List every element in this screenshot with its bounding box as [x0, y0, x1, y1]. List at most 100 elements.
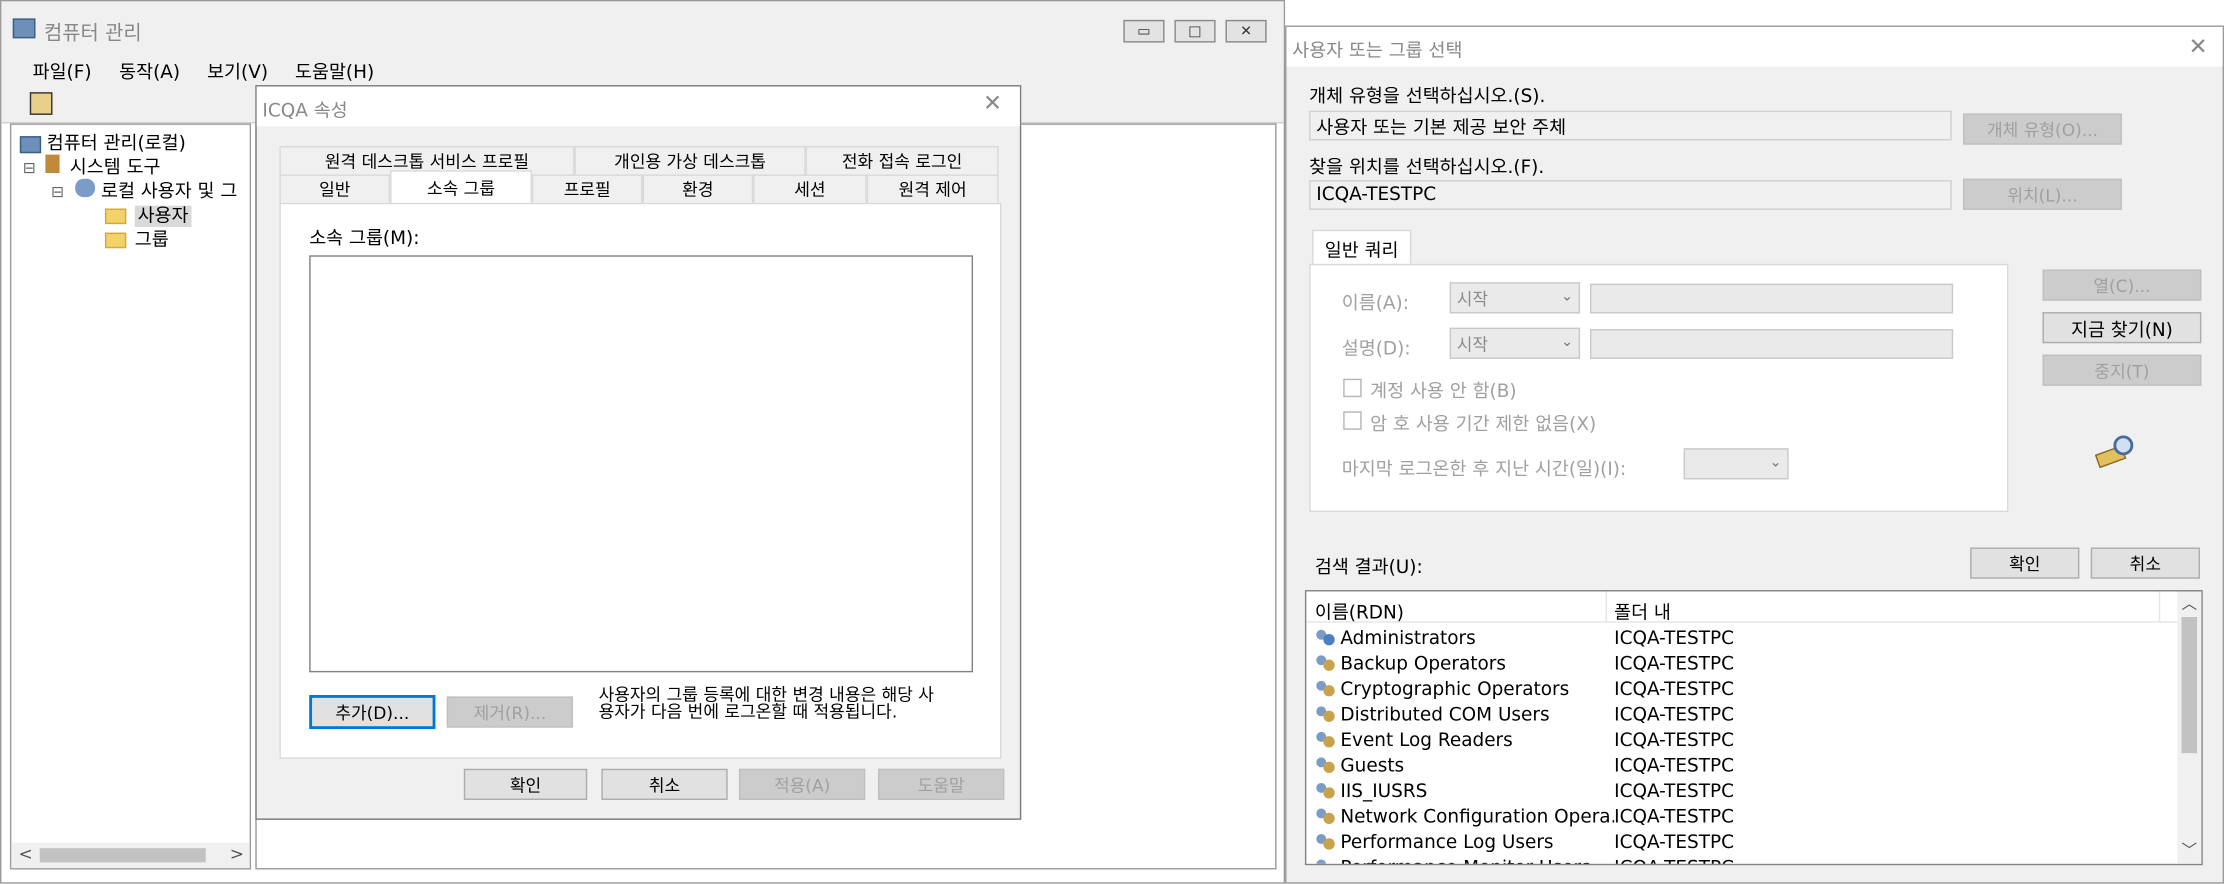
desc-label: 설명(D):: [1341, 338, 1411, 361]
scroll-left-icon[interactable]: <: [18, 844, 32, 864]
select-cancel-button[interactable]: 취소: [2090, 547, 2200, 579]
result-folder: ICQA-TESTPC: [1614, 857, 1734, 863]
name-starts-combo[interactable]: 시작 ⌄: [1449, 282, 1581, 314]
minimize-icon: ▭: [1137, 23, 1151, 40]
tab-common-queries[interactable]: 일반 쿼리: [1312, 229, 1412, 266]
name-value-input[interactable]: [1590, 283, 1954, 314]
result-name: Performance Monitor Users: [1340, 857, 1614, 863]
results-header: 이름(RDN) 폴더 내: [1306, 591, 2178, 624]
disabled-accounts-checkbox[interactable]: [1343, 378, 1362, 398]
result-folder: ICQA-TESTPC: [1614, 755, 1735, 777]
close-icon: ✕: [1240, 23, 1253, 40]
select-ok-button[interactable]: 확인: [1970, 547, 2080, 579]
object-types-button[interactable]: 개체 유형(O)...: [1963, 113, 2122, 145]
no-expire-label: 암 호 사용 기간 제한 없음(X): [1370, 414, 1597, 436]
column-divider[interactable]: [1605, 591, 1608, 623]
scroll-up-icon[interactable]: ︿: [2181, 591, 2197, 614]
result-row[interactable]: Administrators ICQA-TESTPC: [1306, 626, 1734, 652]
dialog-title: ICQA 속성: [262, 100, 348, 122]
dialog-close-icon[interactable]: ✕: [983, 89, 1002, 116]
days-since-logon-label: 마지막 로그온한 후 지난 시간(일)(I):: [1341, 459, 1627, 481]
vertical-scrollbar[interactable]: ︿ ﹀: [2177, 591, 2202, 864]
result-row[interactable]: IIS_IUSRS ICQA-TESTPC: [1306, 779, 1734, 805]
tab-panel: 소속 그룹(M): 추가(D)... 제거(R)... 사용자의 그룹 등록에 …: [279, 202, 1002, 759]
horizontal-scrollbar[interactable]: < >: [11, 842, 250, 869]
column-name-header[interactable]: 이름(RDN): [1315, 597, 1404, 624]
help-button[interactable]: 도움말: [877, 768, 1005, 800]
member-of-list[interactable]: [309, 255, 974, 673]
scroll-thumb[interactable]: [2181, 617, 2198, 754]
scroll-thumb[interactable]: [39, 848, 206, 863]
tab-sessions[interactable]: 세션: [753, 174, 867, 203]
menu-action[interactable]: 동작(A): [119, 57, 180, 83]
query-panel: 이름(A): 시작 ⌄ 설명(D): 시작 ⌄ 계정 사용 안 함(B) 암 호 사…: [1309, 263, 2009, 513]
result-folder: ICQA-TESTPC: [1614, 780, 1735, 803]
stop-button[interactable]: 중지(T): [2042, 354, 2202, 386]
collapse-icon[interactable]: ⊟: [51, 183, 64, 201]
result-row[interactable]: Backup Operators ICQA-TESTPC: [1306, 651, 1734, 677]
menu-view[interactable]: 보기(V): [207, 57, 268, 83]
tab-remote-control[interactable]: 원격 제어: [866, 174, 999, 203]
dialog-title-bar: [256, 86, 1020, 127]
result-row[interactable]: Distributed COM Users ICQA-TESTPC: [1306, 702, 1734, 728]
app-icon: [12, 18, 36, 39]
days-combo[interactable]: ⌄: [1683, 448, 1789, 480]
scroll-down-icon[interactable]: ﹀: [2181, 838, 2197, 861]
ok-button[interactable]: 확인: [463, 768, 588, 800]
tree-root[interactable]: 컴퓨터 관리(로컬): [19, 128, 186, 155]
chevron-down-icon: ⌄: [1769, 455, 1782, 471]
tab-member-of[interactable]: 소속 그룹: [390, 170, 532, 203]
tree-users[interactable]: 사용자: [104, 200, 192, 227]
object-type-field: 사용자 또는 기본 제공 보안 주체: [1309, 110, 1952, 141]
group-icon: [1315, 834, 1336, 851]
tree-groups[interactable]: 그룹: [104, 224, 169, 251]
cancel-button[interactable]: 취소: [601, 768, 728, 800]
result-row[interactable]: Event Log Readers ICQA-TESTPC: [1306, 728, 1734, 754]
result-folder: ICQA-TESTPC: [1614, 729, 1735, 752]
remove-button[interactable]: 제거(R)...: [446, 696, 574, 728]
select-close-icon[interactable]: ✕: [2189, 33, 2208, 60]
find-now-button[interactable]: 지금 찾기(N): [2042, 312, 2202, 344]
tools-icon: [45, 154, 60, 174]
group-icon: [1315, 680, 1336, 698]
result-row[interactable]: Network Configuration Opera... ICQA-TESTP…: [1306, 804, 1734, 830]
apply-button[interactable]: 적용(A): [738, 768, 866, 800]
menu-file[interactable]: 파일(F): [33, 57, 92, 83]
menu-help[interactable]: 도움말(H): [295, 57, 374, 83]
result-folder: ICQA-TESTPC: [1614, 653, 1735, 675]
group-icon: [1315, 859, 1336, 864]
tab-dial-in[interactable]: 전화 접속 로그인: [805, 146, 999, 175]
tab-personal-vd[interactable]: 개인용 가상 데스크톱: [574, 146, 806, 175]
result-folder: ICQA-TESTPC: [1614, 806, 1735, 828]
users-groups-icon: [75, 178, 96, 198]
maximize-button[interactable]: □: [1174, 19, 1216, 43]
scroll-right-icon[interactable]: >: [230, 844, 244, 864]
tab-environment[interactable]: 환경: [642, 174, 754, 203]
result-folder: ICQA-TESTPC: [1614, 704, 1735, 726]
tree-system-tools[interactable]: ⊟ 시스템 도구: [23, 152, 161, 179]
desktop: 컴퓨터 관리 ▭ □ ✕ 파일(F) 동작(A) 보기(V) 도움말(H) 컴퓨…: [0, 0, 2224, 884]
desc-value-input[interactable]: [1590, 329, 1954, 359]
no-expire-checkbox[interactable]: [1343, 411, 1362, 430]
object-type-label: 개체 유형을 선택하십시오.(S).: [1309, 86, 1546, 108]
tab-general[interactable]: 일반: [279, 174, 391, 203]
add-button[interactable]: 추가(D)...: [309, 695, 436, 730]
result-name: Guests: [1340, 755, 1405, 777]
tree-local-users[interactable]: ⊟ 로컬 사용자 및 그: [51, 176, 237, 203]
properties-icon[interactable]: [29, 92, 53, 115]
columns-button[interactable]: 열(C)...: [2042, 269, 2202, 301]
tree-pane: 컴퓨터 관리(로컬) ⊟ 시스템 도구 ⊟ 로컬 사용자 및 그 사용자 그룹 < …: [9, 123, 252, 870]
collapse-icon[interactable]: ⊟: [23, 159, 36, 177]
tab-profile[interactable]: 프로필: [531, 174, 643, 203]
locations-button[interactable]: 위치(L)...: [1963, 178, 2122, 210]
disabled-accounts-label: 계정 사용 안 함(B): [1370, 381, 1517, 403]
close-button[interactable]: ✕: [1225, 19, 1267, 43]
minimize-button[interactable]: ▭: [1123, 19, 1165, 43]
result-row[interactable]: Performance Log Users ICQA-TESTPC: [1306, 830, 1734, 856]
results-list[interactable]: 이름(RDN) 폴더 내 Administrators ICQA-TESTPC Ba…: [1304, 590, 2203, 866]
column-folder-header[interactable]: 폴더 내: [1614, 597, 1671, 624]
result-row[interactable]: Guests ICQA-TESTPC: [1306, 753, 1734, 779]
result-row[interactable]: Performance Monitor UsersICQA-TESTPC: [1306, 855, 1734, 864]
result-row[interactable]: Cryptographic Operators ICQA-TESTPC: [1306, 677, 1734, 703]
desc-starts-combo[interactable]: 시작 ⌄: [1449, 327, 1581, 359]
